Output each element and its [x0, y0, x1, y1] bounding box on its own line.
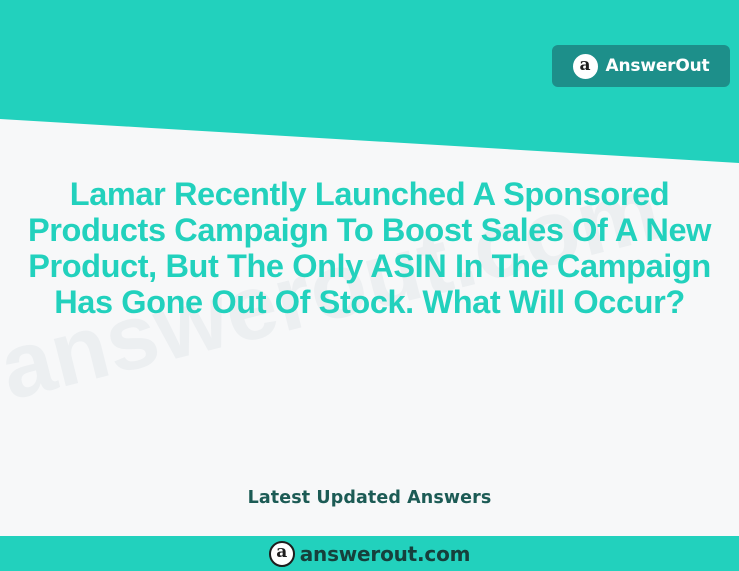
- footer-site-link[interactable]: answerout.com: [300, 542, 471, 566]
- page-canvas: answerout.com a AnswerOut Lamar Recently…: [0, 0, 739, 571]
- question-title: Lamar Recently Launched A Sponsored Prod…: [27, 176, 712, 320]
- footer-logo-letter: a: [276, 542, 288, 562]
- brand-badge[interactable]: a AnswerOut: [552, 45, 730, 87]
- brand-name: AnswerOut: [605, 56, 710, 76]
- answerout-logo-icon: a: [572, 53, 598, 79]
- answerout-logo-icon: a: [268, 540, 295, 567]
- tagline: Latest Updated Answers: [247, 488, 492, 508]
- footer-bar[interactable]: a answerout.com: [0, 536, 739, 571]
- brand-logo-letter: a: [579, 54, 591, 75]
